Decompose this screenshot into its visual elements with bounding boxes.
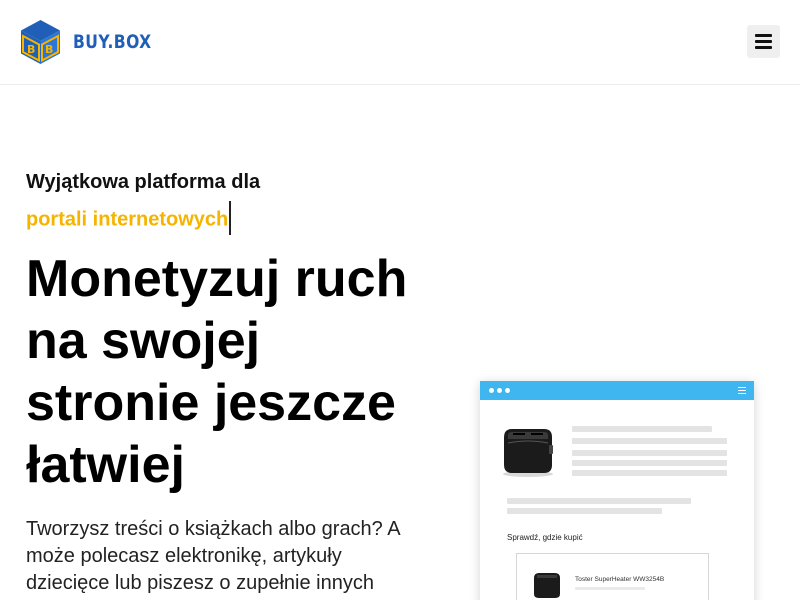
buybox-logo[interactable]: B B BUY.BOX — [20, 19, 169, 65]
product-widget-mockup: Sprawdź, gdzie kupić Toster SuperHeater … — [480, 381, 754, 600]
product-name: Toster SuperHeater WW3254B — [575, 576, 665, 583]
buybox-cube-logo-icon: B B — [21, 20, 60, 64]
placeholder-line — [507, 508, 662, 514]
placeholder-line — [572, 450, 727, 456]
placeholder-line — [575, 587, 645, 590]
hero-headline: Monetyzuj ruch na swojej stronie jeszcze… — [26, 250, 408, 494]
site-header: B B BUY.BOX — [0, 0, 800, 85]
placeholder-line — [507, 498, 691, 504]
product-offer-card[interactable]: Toster SuperHeater WW3254B — [516, 553, 709, 600]
window-dots-icon — [489, 388, 510, 393]
hero-kicker-accent-text: portali internetowych — [26, 208, 229, 231]
hero-lead-text: Tworzysz treści o książkach albo grach? … — [26, 518, 400, 594]
typing-caret — [229, 201, 232, 235]
hero-kicker: Wyjątkowa platforma dla — [26, 171, 261, 193]
placeholder-line — [572, 438, 727, 444]
svg-text:B: B — [27, 43, 35, 56]
toaster-image-icon — [503, 429, 553, 477]
logo-text: BUY.BOX — [73, 31, 152, 53]
placeholder-line — [572, 426, 712, 432]
mini-menu-icon — [738, 387, 746, 394]
mockup-browser-bar — [480, 381, 754, 400]
svg-text:B: B — [45, 43, 53, 56]
where-to-buy-label: Sprawdź, gdzie kupić — [507, 533, 583, 542]
hamburger-menu-icon — [755, 34, 772, 37]
toaster-thumbnail-icon — [534, 573, 560, 598]
hamburger-menu-button[interactable] — [747, 25, 780, 58]
hero-kicker-accent: portali internetowych — [26, 201, 232, 237]
placeholder-line — [572, 470, 727, 476]
placeholder-line — [572, 460, 727, 466]
